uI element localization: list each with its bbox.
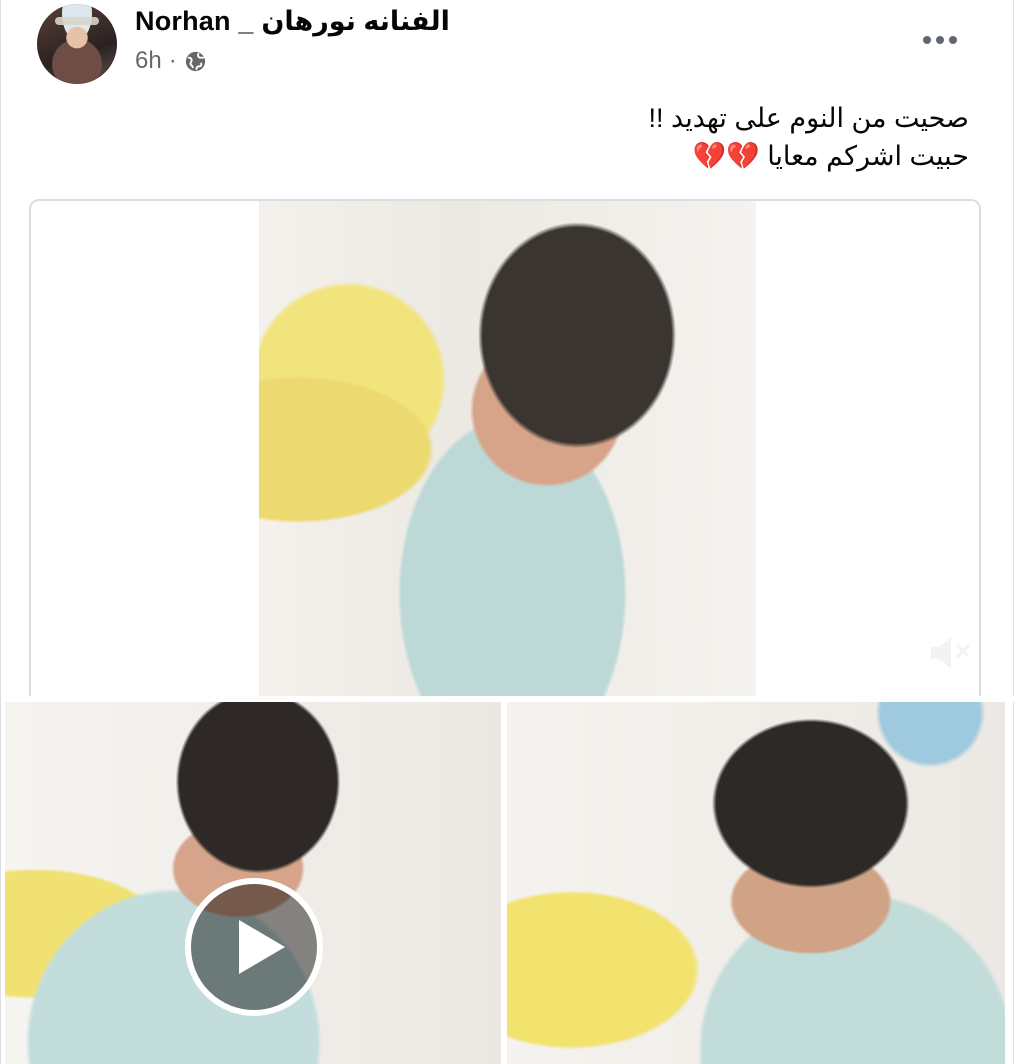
caption-line-1: صحيت من النوم على تهديد !! xyxy=(648,103,969,133)
video-thumbnail-right[interactable] xyxy=(507,702,1005,1064)
meta-separator: · xyxy=(168,47,177,74)
more-options-button[interactable] xyxy=(923,34,957,46)
author-name[interactable]: Norhan _ الفنانه نورهان xyxy=(135,6,450,37)
muted-speaker-icon[interactable] xyxy=(927,632,973,674)
post-time[interactable]: 6h xyxy=(135,47,162,75)
play-icon xyxy=(239,920,285,974)
post-card: Norhan _ الفنانه نورهان 6h · صحيت من الن… xyxy=(0,0,1014,1064)
post-caption: صحيت من النوم على تهديد !! حبيت اشركم مع… xyxy=(269,99,969,175)
main-video-container[interactable] xyxy=(29,199,981,702)
author-avatar[interactable] xyxy=(37,4,117,84)
more-dot xyxy=(949,36,957,44)
more-options-icon xyxy=(923,36,931,44)
more-dot xyxy=(936,36,944,44)
globe-icon xyxy=(185,51,205,71)
play-button[interactable] xyxy=(185,878,323,1016)
main-video[interactable] xyxy=(259,201,756,698)
post-meta: 6h · xyxy=(135,47,207,75)
caption-line-2: حبيت اشركم معايا 💔💔 xyxy=(692,141,969,171)
